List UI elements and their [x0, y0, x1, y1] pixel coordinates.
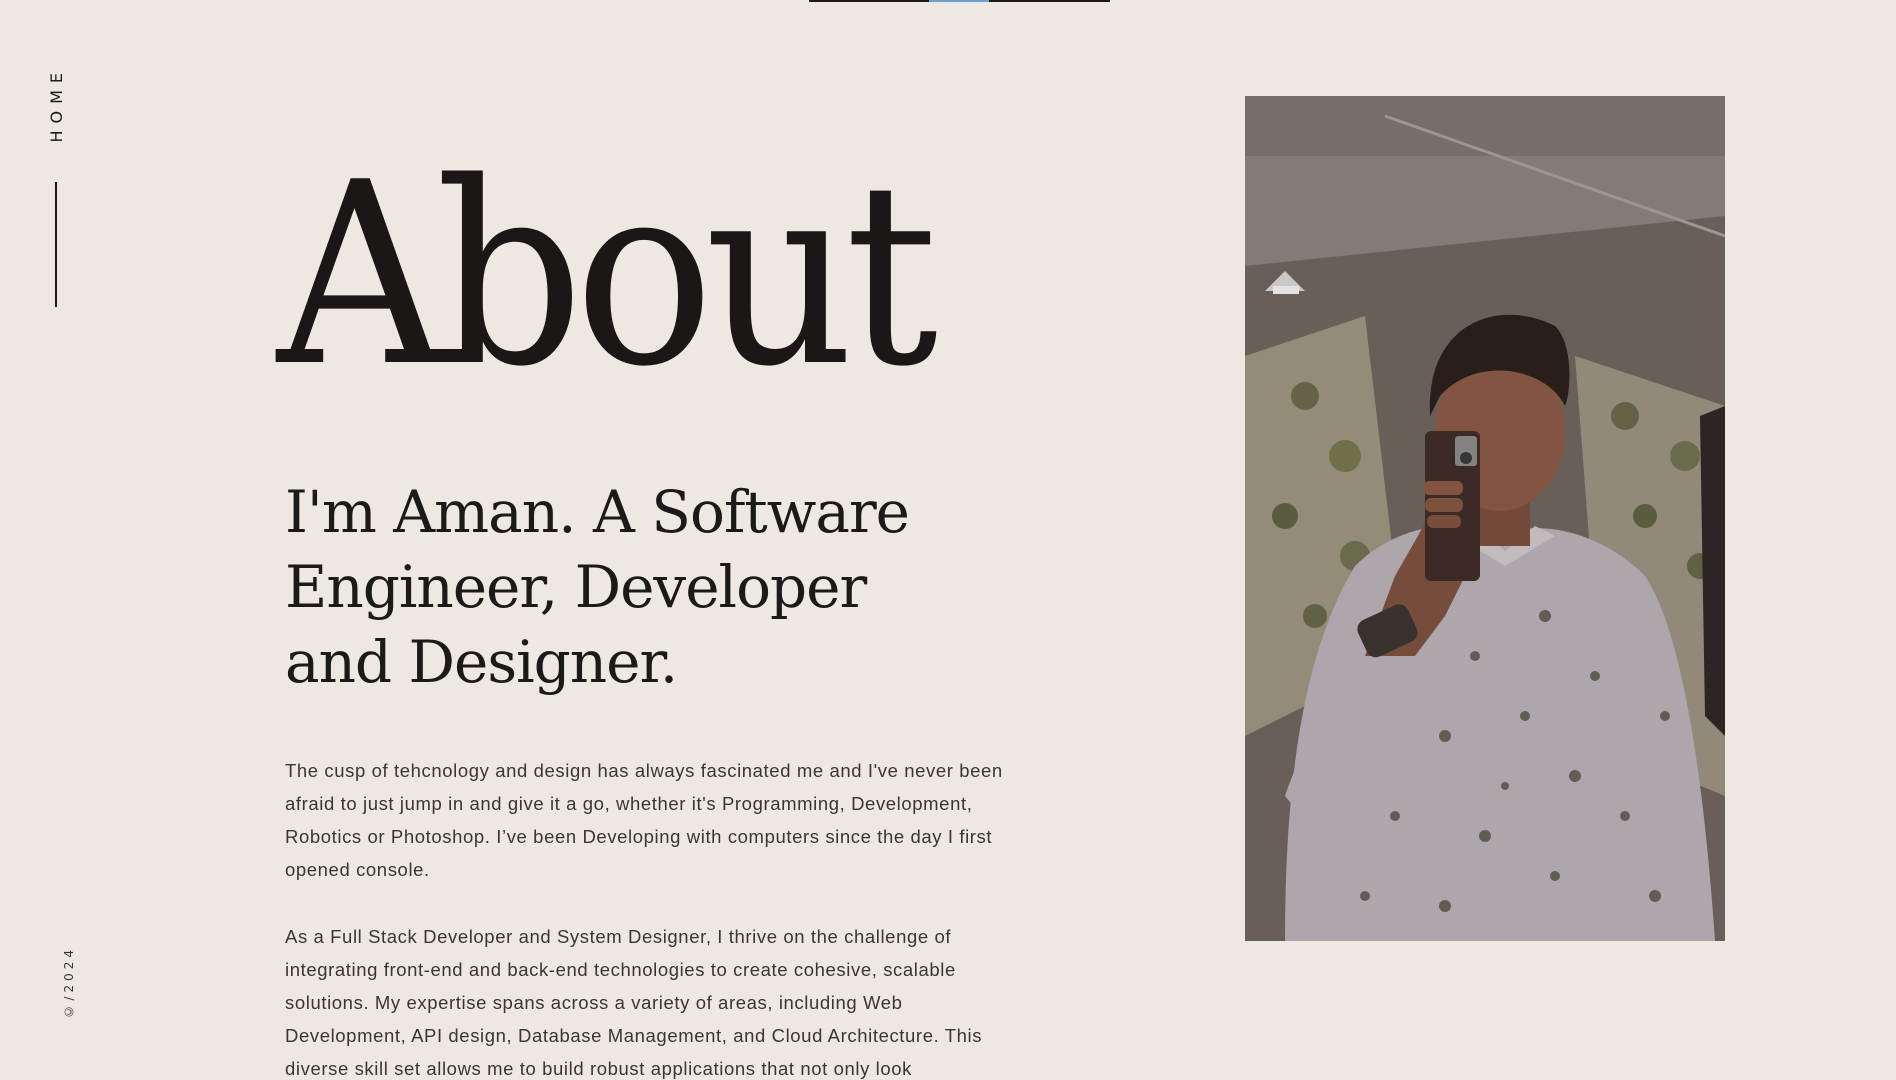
about-paragraph-2: As a Full Stack Developer and System Des…	[285, 926, 983, 1079]
portrait-photo	[1245, 96, 1725, 941]
scroll-progress-bar	[809, 0, 1110, 2]
page-title: About	[277, 129, 938, 422]
copyright-text: ©/2024	[62, 946, 76, 1019]
intro-heading: I'm Aman. A Software Engineer, Developer…	[285, 478, 910, 696]
about-page: HOME ©/2024 About I'm Aman. A Software E…	[0, 0, 1896, 1080]
about-paragraph-1: The cusp of tehcnology and design has al…	[285, 760, 1003, 880]
scroll-progress-indicator	[929, 0, 989, 2]
home-nav-link[interactable]: HOME	[47, 66, 67, 143]
nav-divider-line	[55, 182, 57, 307]
side-navigation: HOME ©/2024	[0, 0, 120, 1080]
